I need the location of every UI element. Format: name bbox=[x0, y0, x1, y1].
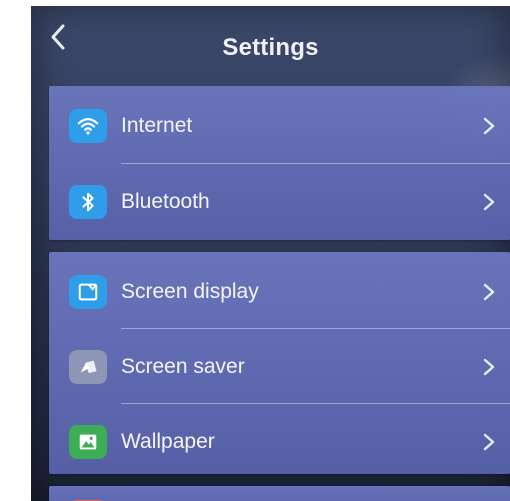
bluetooth-icon bbox=[69, 184, 107, 219]
settings-item-screen-display[interactable]: Screen display bbox=[49, 254, 510, 329]
wifi-icon bbox=[69, 108, 107, 143]
settings-item-bluetooth[interactable]: Bluetooth bbox=[49, 164, 510, 239]
settings-item-wallpaper[interactable]: Wallpaper bbox=[49, 404, 510, 479]
settings-group-partial bbox=[49, 486, 510, 501]
settings-item-label: Internet bbox=[121, 113, 193, 137]
settings-item-internet[interactable]: Internet bbox=[49, 88, 510, 163]
top-bar: Settings bbox=[31, 6, 510, 86]
wallpaper-icon bbox=[69, 424, 107, 459]
settings-item-label: Bluetooth bbox=[121, 189, 210, 213]
settings-group-connectivity: Internet Bluetooth bbox=[49, 86, 510, 240]
settings-item-label: Wallpaper bbox=[121, 429, 215, 453]
screen-display-icon bbox=[69, 274, 107, 309]
chevron-right-icon bbox=[482, 192, 496, 212]
chevron-right-icon bbox=[482, 357, 496, 377]
chevron-right-icon bbox=[482, 282, 496, 302]
chevron-right-icon bbox=[482, 432, 496, 452]
settings-item-screen-saver[interactable]: Screen saver bbox=[49, 329, 510, 404]
page-title: Settings bbox=[222, 34, 319, 61]
device-screen: Settings Internet Bluetooth Screen displ… bbox=[31, 6, 510, 501]
chevron-right-icon bbox=[482, 116, 496, 136]
settings-item-label: Screen display bbox=[121, 279, 259, 303]
screen-saver-icon bbox=[69, 349, 107, 384]
settings-group-display: Screen display Screen saver Wallpaper bbox=[49, 252, 510, 474]
settings-item-label: Screen saver bbox=[121, 354, 245, 378]
